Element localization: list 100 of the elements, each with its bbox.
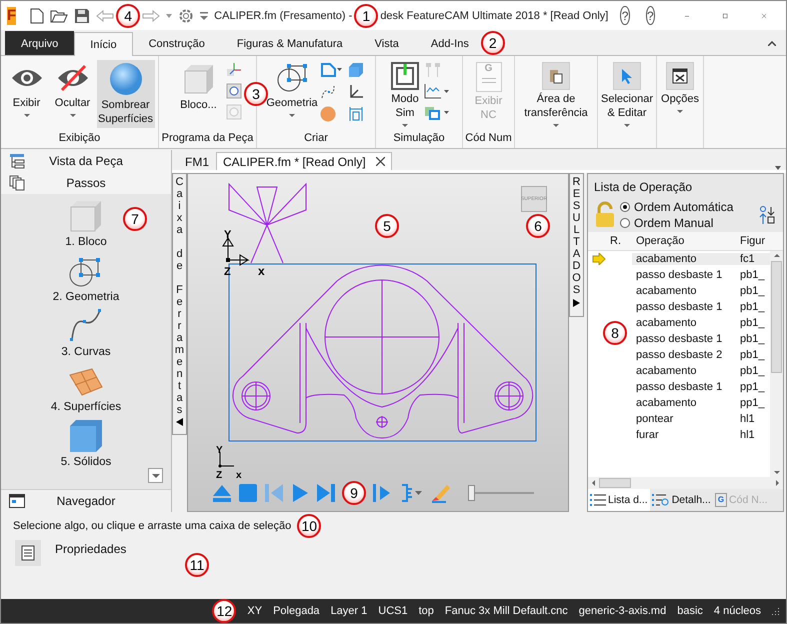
collapse-ribbon-icon[interactable] (768, 41, 776, 46)
back-arrow-icon[interactable] (96, 10, 114, 22)
step-label[interactable]: 1. Bloco (65, 236, 107, 248)
ribbon-button[interactable]: Exibir (4, 60, 48, 122)
new-file-icon[interactable] (30, 8, 44, 24)
save-icon[interactable] (74, 8, 90, 24)
ribbon-button[interactable]: Bloco... (174, 60, 224, 122)
dotted-curve-icon[interactable] (320, 84, 336, 100)
vertical-scrollbar[interactable] (770, 251, 783, 477)
callout-marker: 10 (297, 514, 322, 538)
callout-marker: 11 (185, 553, 209, 577)
toolbox-tab[interactable]: Caixa de Ferramentas (172, 173, 187, 435)
close-icon[interactable] (376, 157, 385, 166)
solid-cube-icon[interactable] (68, 418, 104, 454)
caret-icon (24, 114, 30, 117)
ribbon-button[interactable]: Geometria (266, 60, 318, 122)
ribbon-button[interactable]: Modo Sim (388, 60, 422, 129)
file-tab[interactable]: Arquivo (5, 31, 74, 55)
panel-tab[interactable]: Detalh... (650, 489, 713, 511)
clock-box-icon[interactable] (226, 83, 242, 99)
skip-end-icon[interactable] (316, 483, 336, 503)
help-button[interactable]: ? (620, 6, 630, 25)
caret-icon (289, 114, 295, 117)
eject-icon[interactable] (212, 483, 232, 503)
callout-marker: 1 (354, 4, 378, 28)
ribbon-tab[interactable]: Início (74, 32, 133, 56)
table-cell-text: pb1_ (739, 333, 766, 345)
resize-grip-icon[interactable] (772, 607, 780, 615)
stop-icon[interactable] (238, 483, 258, 503)
step-label[interactable]: 3. Curvas (61, 346, 111, 358)
curve-icon[interactable] (68, 308, 104, 344)
properties-icon[interactable] (15, 540, 41, 566)
cube-icon[interactable] (348, 62, 364, 78)
table-cell-text: pb1_ (739, 349, 766, 361)
ribbon-button[interactable]: Opções (659, 60, 701, 122)
ribbon-button[interactable]: Selecionar & Editar (599, 60, 655, 129)
status-item: generic-3-axis.md (578, 605, 666, 617)
sphere-icon[interactable] (320, 106, 336, 122)
table-cell-text: pp1_ (739, 381, 766, 393)
table-cell-text: pb1_ (739, 365, 766, 377)
ribbon-button[interactable]: Ocultar (50, 60, 94, 122)
step-label[interactable]: 2. Geometria (52, 291, 120, 303)
ribbon-tab[interactable]: Construção (132, 31, 221, 55)
panel-tab[interactable]: Lista d... (588, 489, 650, 511)
pencil-icon[interactable] (430, 483, 452, 503)
axes-icon[interactable] (226, 62, 242, 78)
dimension-icon[interactable] (348, 106, 364, 122)
navigator-tab[interactable]: Navegador (1, 489, 171, 512)
scroll-down-button[interactable] (148, 468, 163, 483)
radio-button[interactable] (620, 202, 630, 212)
sort-icon[interactable] (757, 205, 777, 225)
document-tab[interactable]: CALIPER.fm * [Read Only] (216, 152, 392, 170)
column-header[interactable]: Operação (632, 235, 736, 247)
layers-icon[interactable] (424, 104, 450, 120)
group-label: Criar (304, 132, 328, 146)
radio-button[interactable] (620, 218, 630, 228)
column-header[interactable]: R. (610, 235, 632, 247)
step-label[interactable]: 4. Superfícies (50, 401, 122, 413)
open-folder-icon[interactable] (50, 8, 68, 22)
panel-tab[interactable]: Vista da Peça (1, 150, 171, 172)
callout-marker: 12 (212, 599, 236, 623)
results-tab[interactable]: RESULTADOS (569, 173, 584, 317)
forward-arrow-icon[interactable] (142, 10, 160, 22)
maximize-icon[interactable] (723, 10, 728, 20)
table-cell: acabamento (632, 253, 736, 265)
line-chart-icon[interactable] (424, 83, 450, 99)
properties-label[interactable]: Propriedades (55, 542, 126, 556)
tree-icon (9, 153, 25, 169)
navigator-label[interactable]: Navegador (56, 494, 116, 508)
panel-tab[interactable]: Passos (1, 172, 171, 194)
table-cell-text: acabamento (635, 317, 698, 329)
pages-icon (9, 175, 25, 191)
axes-icon[interactable] (348, 84, 364, 100)
ribbon-tab[interactable]: Vista (358, 31, 415, 55)
caret-icon[interactable] (166, 14, 172, 18)
column-header[interactable]: Figur (736, 235, 770, 247)
step-label[interactable]: 5. Sólidos (60, 456, 112, 468)
group-label: Exibição (58, 132, 100, 146)
table-cell: fc1 (736, 253, 770, 265)
horizontal-scrollbar[interactable] (588, 477, 783, 489)
caret-icon (624, 124, 630, 127)
caret-icon (553, 124, 559, 127)
table-cell-text: passo desbaste 1 (635, 301, 724, 313)
selected-row[interactable]: acabamento fc1 (588, 251, 770, 267)
group-label: Simulação (393, 132, 445, 146)
branch-icon[interactable] (400, 483, 424, 503)
play-icon[interactable] (290, 483, 310, 503)
document-tab[interactable]: FM1 (178, 152, 216, 170)
customize-menu-icon[interactable] (200, 10, 208, 20)
ribbon-button[interactable]: Sombrear Superfícies (96, 60, 154, 128)
status-item: Layer 1 (330, 605, 368, 617)
order-radio[interactable]: Ordem Manual (620, 216, 734, 230)
order-radio[interactable]: Ordem Automática (620, 200, 734, 214)
expand-arrow-icon[interactable] (573, 299, 580, 307)
slider-thumb[interactable] (468, 485, 476, 501)
ribbon-tab[interactable]: Figuras & Manufatura (220, 31, 359, 55)
ribbon-button[interactable]: Área de transferência (517, 60, 595, 129)
help-button[interactable]: ? (646, 6, 656, 25)
curve-shape-icon[interactable] (320, 62, 342, 78)
gear-icon[interactable] (178, 8, 194, 24)
